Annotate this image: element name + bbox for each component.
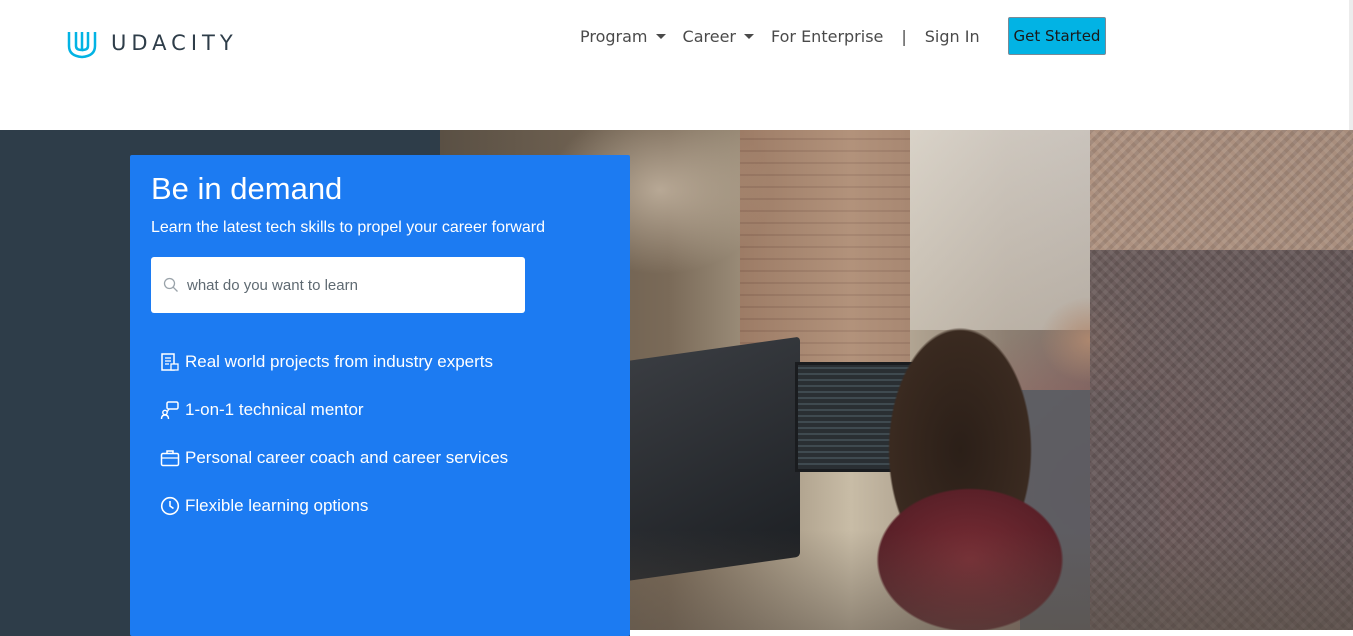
briefcase-icon <box>160 450 180 467</box>
search-box[interactable] <box>151 257 525 313</box>
feature-label: Personal career coach and career service… <box>185 448 509 467</box>
udacity-logo-icon <box>67 32 97 59</box>
udacity-logo[interactable]: UDACITY <box>65 26 238 60</box>
nav-enterprise-link[interactable]: For Enterprise <box>771 27 883 46</box>
hero-title: Be in demand <box>151 171 343 206</box>
list-item: Real world projects from industry expert… <box>160 338 508 386</box>
feature-label: Flexible learning options <box>185 496 369 515</box>
nav-career-dropdown[interactable]: Career <box>683 27 754 46</box>
project-document-icon <box>161 353 179 371</box>
list-item: Flexible learning options <box>160 482 508 530</box>
main-nav: Program Career For Enterprise | Sign In <box>580 18 980 54</box>
get-started-button[interactable]: Get Started <box>1008 17 1106 55</box>
hero-card: Be in demand Learn the latest tech skill… <box>130 155 630 636</box>
search-input[interactable] <box>187 276 507 294</box>
nav-program-dropdown[interactable]: Program <box>580 27 666 46</box>
mentor-icon <box>160 401 179 420</box>
feature-label: Real world projects from industry expert… <box>185 352 494 371</box>
site-header: UDACITY Program Career For Enterprise | … <box>0 0 1353 130</box>
hero-section: Be in demand Learn the latest tech skill… <box>0 130 1353 636</box>
list-item: 1-on-1 technical mentor <box>160 386 508 434</box>
logo-wordmark: UDACITY <box>111 31 238 55</box>
hero-subtitle: Learn the latest tech skills to propel y… <box>151 219 545 236</box>
list-item: Personal career coach and career service… <box>160 434 508 482</box>
search-icon <box>163 277 178 292</box>
chevron-down-icon <box>743 33 754 39</box>
nav-enterprise-label: For Enterprise <box>770 26 884 46</box>
nav-separator: | <box>901 26 907 46</box>
sign-in-label: Sign In <box>924 26 980 46</box>
scrollbar[interactable] <box>1349 0 1353 130</box>
nav-career-label: Career <box>682 26 736 46</box>
nav-program-label: Program <box>580 26 648 46</box>
chevron-down-icon <box>655 33 666 39</box>
page-bottom-edge <box>630 630 1353 636</box>
sign-in-link[interactable]: Sign In <box>925 27 980 46</box>
clock-icon <box>160 496 180 516</box>
feature-label: 1-on-1 technical mentor <box>185 400 364 419</box>
feature-list: Real world projects from industry expert… <box>160 338 508 530</box>
